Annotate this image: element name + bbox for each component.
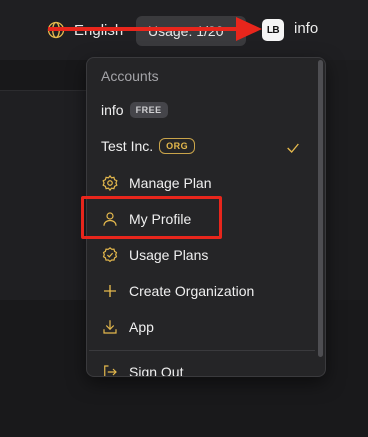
menu-item-sign-out[interactable]: Sign Out <box>101 360 184 377</box>
menu-item-create-organization[interactable]: Create Organization <box>101 279 254 303</box>
user-name[interactable]: info <box>294 20 318 37</box>
account-name: Test Inc. <box>101 138 154 154</box>
usage-indicator[interactable]: Usage: 1/20 <box>136 16 246 46</box>
badge-check-icon <box>102 247 118 263</box>
globe-icon <box>47 21 65 39</box>
language-selector[interactable]: English <box>46 18 123 42</box>
account-item-info[interactable]: info FREE <box>101 102 168 118</box>
avatar[interactable]: LB <box>262 19 284 41</box>
menu-divider <box>89 350 315 351</box>
annotation-highlight-box <box>81 196 222 239</box>
menu-item-label: App <box>129 319 154 335</box>
menu-item-manage-plan[interactable]: Manage Plan <box>101 171 212 195</box>
download-icon <box>103 320 117 334</box>
checkmark-icon <box>287 143 299 153</box>
plan-badge: FREE <box>129 102 168 118</box>
account-item-test-inc[interactable]: Test Inc. ORG <box>101 138 196 154</box>
accounts-section-title: Accounts <box>101 68 159 84</box>
menu-item-label: Usage Plans <box>129 247 209 263</box>
menu-item-label: Create Organization <box>129 283 255 299</box>
menu-item-usage-plans[interactable]: Usage Plans <box>101 243 208 267</box>
menu-item-app[interactable]: App <box>101 315 154 339</box>
language-label: English <box>74 21 124 39</box>
menu-item-label: Manage Plan <box>129 175 212 191</box>
usage-label: Usage: 1/20 <box>148 23 224 39</box>
plus-icon <box>104 285 116 297</box>
account-name: info <box>101 102 124 118</box>
sign-out-icon <box>104 365 117 376</box>
menu-item-label: Sign Out <box>129 364 184 377</box>
menu-scrollbar[interactable] <box>318 60 323 357</box>
org-badge: ORG <box>159 138 196 154</box>
gear-icon <box>102 174 118 192</box>
